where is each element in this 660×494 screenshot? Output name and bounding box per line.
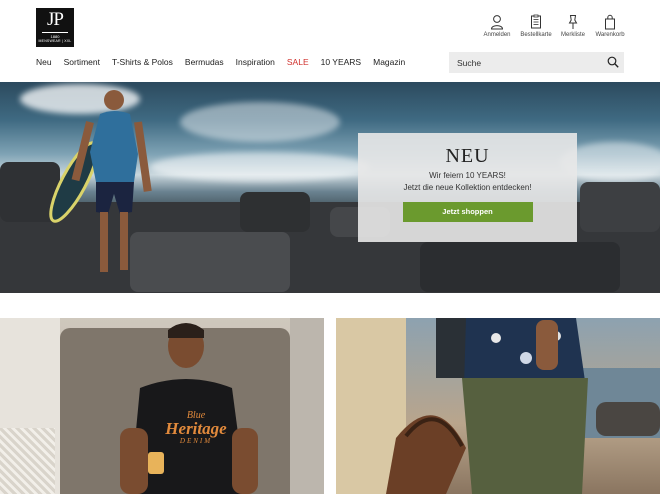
- logo-monogram: JP: [47, 9, 64, 30]
- rock: [240, 192, 310, 232]
- nav-item-sale[interactable]: SALE: [287, 57, 309, 67]
- promo-tile-left[interactable]: Blue Heritage DENIM: [0, 318, 324, 494]
- model-torso: [386, 318, 588, 494]
- order-card-link[interactable]: Bestellkarte: [516, 14, 556, 38]
- nav-item-tshirts-polos[interactable]: T-Shirts & Polos: [112, 57, 173, 67]
- search-icon[interactable]: [607, 56, 619, 68]
- main-nav: Neu Sortiment T-Shirts & Polos Bermudas …: [36, 57, 417, 67]
- rock: [420, 242, 620, 292]
- van-wall: [290, 318, 324, 494]
- shirt-print-line: Heritage: [165, 419, 227, 438]
- logo-tagline: MENSWEAR | XXL: [38, 39, 72, 43]
- promo-tile-right[interactable]: [336, 318, 660, 494]
- cart-link[interactable]: Warenkorb: [590, 14, 630, 38]
- shirt-print: Blue Heritage DENIM: [156, 410, 236, 445]
- shopping-bag-icon: [605, 14, 615, 30]
- shirt-print-line: DENIM: [179, 437, 213, 445]
- model-with-surfboard: [49, 90, 152, 272]
- search-bar: [449, 52, 624, 73]
- hero-promo-box: NEU Wir feiern 10 YEARS! Jetzt die neue …: [358, 133, 577, 242]
- wave-spray: [180, 102, 340, 142]
- account-label: Anmelden: [483, 32, 511, 38]
- nav-item-10-years[interactable]: 10 YEARS: [321, 57, 361, 67]
- hero-title: NEU: [445, 145, 490, 167]
- rock: [580, 182, 660, 232]
- logo-year: 1880: [42, 32, 68, 39]
- hero-subtitle: Wir feiern 10 YEARS!: [429, 171, 506, 180]
- order-card-icon: [531, 14, 541, 29]
- wave-spray: [150, 152, 370, 182]
- site-header: JP 1880 MENSWEAR | XXL Anmelden Bestellk…: [0, 0, 660, 82]
- search-input[interactable]: [457, 57, 597, 68]
- wishlist-icon: [568, 15, 578, 29]
- van-grille: [0, 428, 55, 494]
- account-link[interactable]: Anmelden: [477, 14, 517, 38]
- wishlist-label: Merkliste: [560, 32, 585, 38]
- nav-item-neu[interactable]: Neu: [36, 57, 52, 67]
- nav-item-inspiration[interactable]: Inspiration: [236, 57, 275, 67]
- wishlist-link[interactable]: Merkliste: [553, 14, 593, 38]
- hero-description: Jetzt die neue Kollektion entdecken!: [403, 183, 532, 192]
- user-icon: [490, 15, 504, 30]
- order-card-label: Bestellkarte: [520, 32, 552, 38]
- hero-banner[interactable]: NEU Wir feiern 10 YEARS! Jetzt die neue …: [0, 82, 660, 293]
- brand-logo[interactable]: JP 1880 MENSWEAR | XXL: [36, 8, 74, 47]
- shop-now-button[interactable]: Jetzt shoppen: [402, 202, 533, 222]
- cart-label: Warenkorb: [595, 32, 625, 38]
- model-in-van: [120, 323, 258, 494]
- nav-item-bermudas[interactable]: Bermudas: [185, 57, 224, 67]
- nav-item-sortiment[interactable]: Sortiment: [64, 57, 100, 67]
- nav-item-magazin[interactable]: Magazin: [373, 57, 405, 67]
